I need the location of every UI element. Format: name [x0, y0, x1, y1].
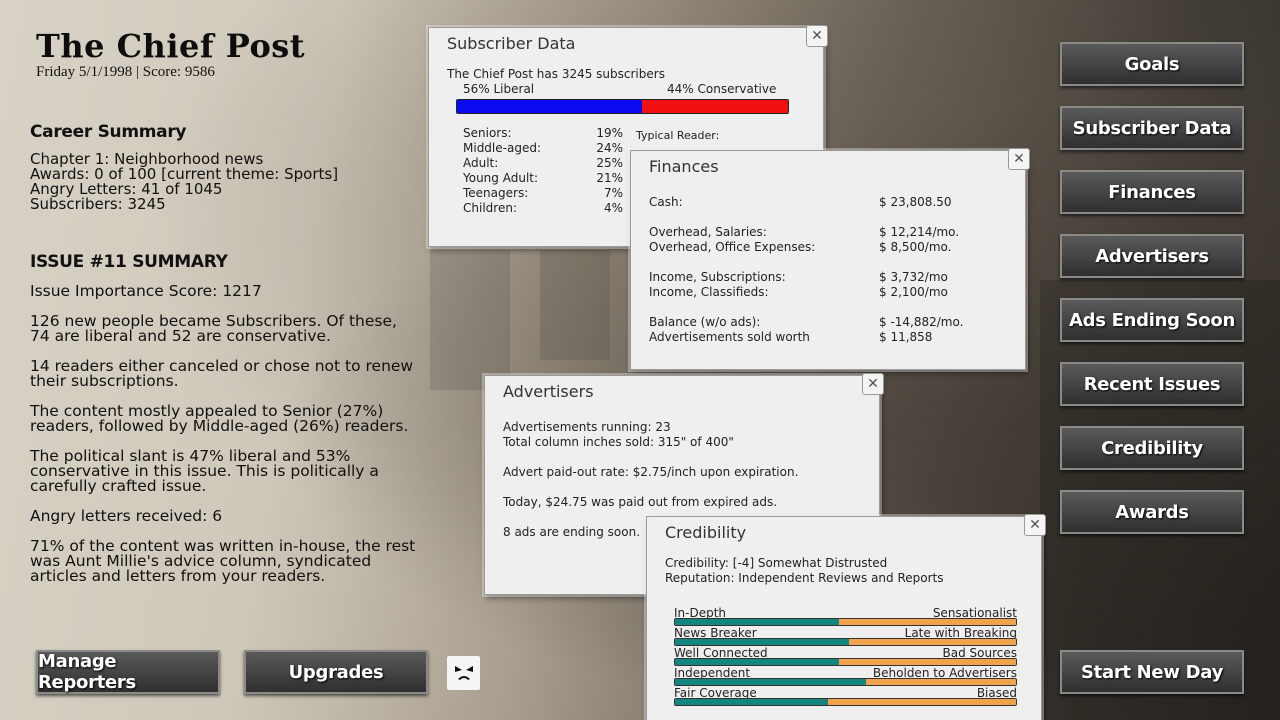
credibility-score: Credibility: [-4] Somewhat Distrusted — [665, 556, 888, 570]
panel-title: Credibility — [665, 523, 747, 542]
scale-remainder — [838, 619, 1016, 625]
close-icon[interactable]: ✕ — [862, 373, 884, 395]
background-shape — [540, 250, 610, 360]
issue-paragraph: Issue Importance Score: 1217 — [30, 282, 262, 300]
goals-button[interactable]: Goals — [1060, 42, 1244, 86]
issue-paragraph: 14 readers either canceled or chose not … — [30, 357, 414, 390]
issue-summary: ISSUE #11 SUMMARY Issue Importance Score… — [30, 252, 420, 599]
finance-row: Cash: $ 23,808.50 — [649, 195, 952, 209]
liberal-label: 56% Liberal — [463, 82, 535, 96]
issue-paragraph: 126 new people became Subscribers. Of th… — [30, 312, 397, 345]
subscriber-summary: The Chief Post has 3245 subscribers — [447, 67, 665, 81]
liberal-fill — [457, 100, 643, 113]
start-new-day-button[interactable]: Start New Day — [1060, 650, 1244, 694]
finance-row: Balance (w/o ads): $ -14,882/mo. — [649, 315, 964, 329]
scale-bar — [674, 638, 1017, 646]
finance-row: Advertisements sold worth $ 11,858 — [649, 330, 933, 344]
finance-row: Overhead, Salaries: $ 12,214/mo. — [649, 225, 960, 239]
credibility-panel: Credibility ✕ Credibility: [-4] Somewhat… — [646, 514, 1046, 720]
conservative-fill — [642, 100, 788, 113]
ads-ending-soon-button[interactable]: Ads Ending Soon — [1060, 298, 1244, 342]
finances-button[interactable]: Finances — [1060, 170, 1244, 214]
angry-face-icon[interactable] — [447, 656, 480, 690]
scale-fill — [675, 639, 849, 645]
age-row: Teenagers: 7% — [463, 186, 623, 200]
ads-running: Advertisements running: 23 — [503, 420, 671, 434]
scale-remainder — [828, 699, 1016, 705]
scale-fill — [675, 619, 839, 625]
dateline: Friday 5/1/1998 | Score: 9586 — [36, 64, 215, 80]
political-lean-bar — [456, 99, 789, 114]
scale-remainder — [865, 679, 1016, 685]
age-row: Adult: 25% — [463, 156, 623, 170]
panel-title: Subscriber Data — [447, 34, 576, 53]
subscriber-data-button[interactable]: Subscriber Data — [1060, 106, 1244, 150]
credibility-scales: In-Depth Sensationalist News Breaker Lat… — [674, 606, 1017, 706]
credibility-scale: Fair Coverage Biased — [674, 686, 1017, 706]
career-summary: Career Summary Chapter 1: Neighborhood n… — [30, 122, 430, 212]
scale-bar — [674, 658, 1017, 666]
scale-remainder — [838, 659, 1016, 665]
issue-paragraph: The political slant is 47% liberal and 5… — [30, 447, 379, 495]
credibility-scale: Independent Beholden to Advertisers — [674, 666, 1017, 686]
career-line: Subscribers: 3245 — [30, 195, 166, 213]
close-icon[interactable]: ✕ — [1008, 148, 1030, 170]
scale-bar — [674, 678, 1017, 686]
issue-paragraph: Angry letters received: 6 — [30, 507, 223, 525]
age-row: Middle-aged: 24% — [463, 141, 623, 155]
masthead: The Chief Post Friday 5/1/1998 | Score: … — [36, 28, 305, 81]
finances-panel: Finances ✕ Cash: $ 23,808.50 Overhead, Sa… — [630, 148, 1030, 370]
panel-title: Advertisers — [503, 382, 594, 401]
manage-reporters-button[interactable]: Manage Reporters — [36, 650, 220, 694]
age-row: Seniors: 19% — [463, 126, 623, 140]
finance-row: Income, Subscriptions: $ 3,732/mo — [649, 270, 948, 284]
scale-fill — [675, 699, 829, 705]
conservative-label: 44% Conservative — [667, 82, 777, 96]
column-inches: Total column inches sold: 315" of 400" — [503, 435, 734, 449]
scale-fill — [675, 679, 866, 685]
credibility-scale: In-Depth Sensationalist — [674, 606, 1017, 626]
finance-row: Income, Classifieds: $ 2,100/mo — [649, 285, 948, 299]
reputation: Reputation: Independent Reviews and Repo… — [665, 571, 944, 585]
credibility-button[interactable]: Credibility — [1060, 426, 1244, 470]
finances-table: Cash: $ 23,808.50 Overhead, Salaries: $ 12… — [649, 195, 989, 345]
credibility-scale: News Breaker Late with Breaking — [674, 626, 1017, 646]
age-row: Children: 4% — [463, 201, 623, 215]
upgrades-button[interactable]: Upgrades — [244, 650, 428, 694]
close-icon[interactable]: ✕ — [806, 25, 828, 47]
age-breakdown: Seniors: 19% Middle-aged: 24% Adult: 25% Yo… — [463, 126, 623, 216]
panel-title: Finances — [649, 157, 719, 176]
paid-today: Today, $24.75 was paid out from expired … — [503, 495, 778, 509]
scale-remainder — [848, 639, 1016, 645]
scale-fill — [675, 659, 839, 665]
credibility-scale: Well Connected Bad Sources — [674, 646, 1017, 666]
newspaper-logo: The Chief Post — [36, 27, 306, 65]
advertisers-button[interactable]: Advertisers — [1060, 234, 1244, 278]
awards-button[interactable]: Awards — [1060, 490, 1244, 534]
background-shape — [430, 250, 510, 390]
recent-issues-button[interactable]: Recent Issues — [1060, 362, 1244, 406]
payout-rate: Advert paid-out rate: $2.75/inch upon ex… — [503, 465, 799, 479]
issue-paragraph: The content mostly appealed to Senior (2… — [30, 402, 409, 435]
close-icon[interactable]: ✕ — [1024, 514, 1046, 536]
scale-bar — [674, 698, 1017, 706]
age-row: Young Adult: 21% — [463, 171, 623, 185]
typical-reader-label: Typical Reader: — [636, 129, 720, 142]
issue-summary-heading: ISSUE #11 SUMMARY — [30, 252, 228, 272]
scale-bar — [674, 618, 1017, 626]
issue-paragraph: 71% of the content was written in-house,… — [30, 537, 416, 585]
finance-row: Overhead, Office Expenses: $ 8,500/mo. — [649, 240, 952, 254]
career-summary-heading: Career Summary — [30, 122, 187, 142]
